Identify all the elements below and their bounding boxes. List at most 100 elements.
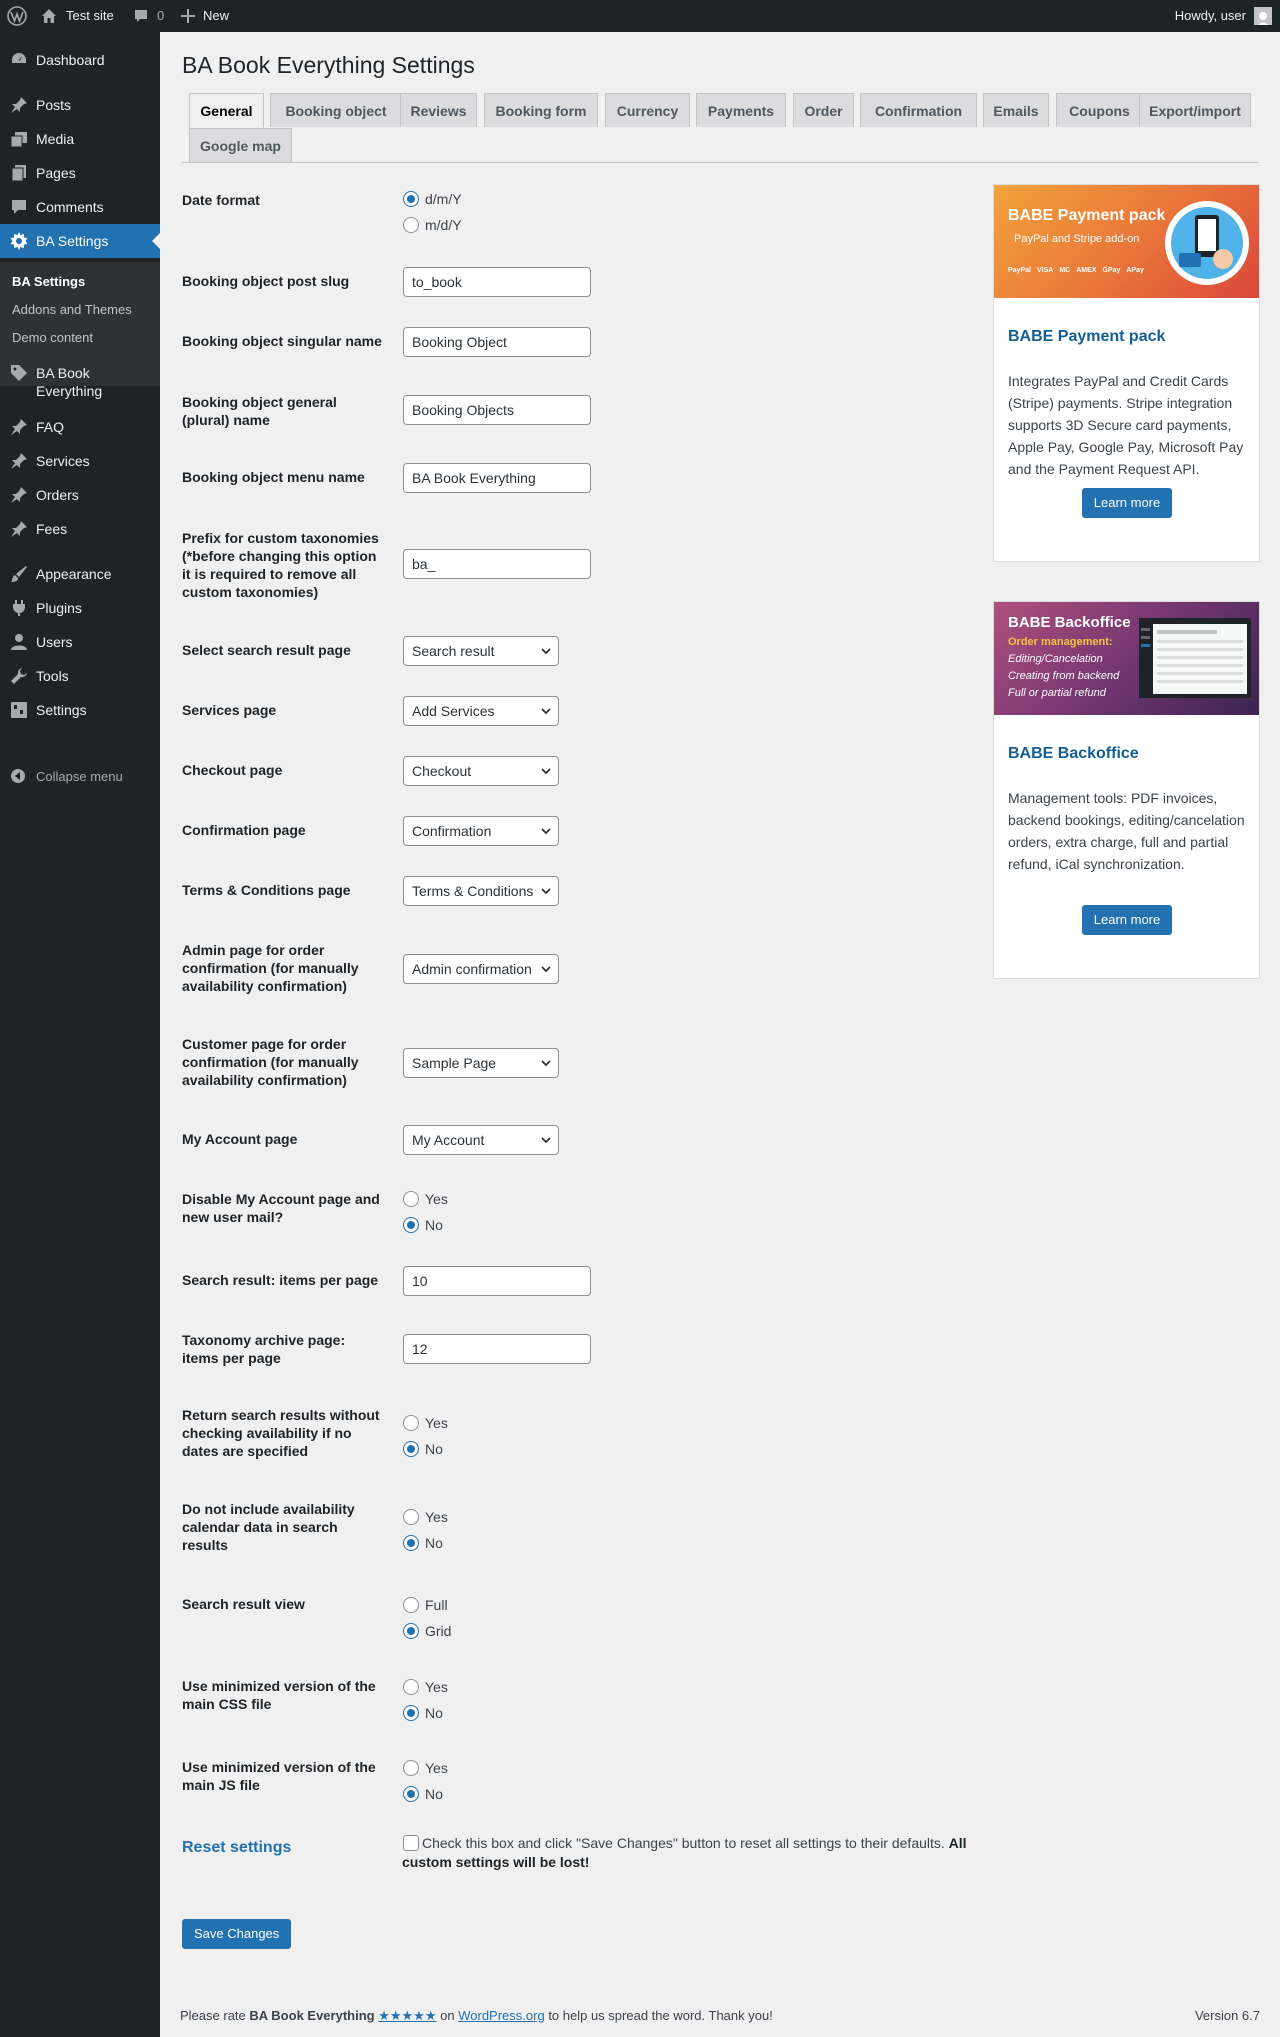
date-format-option-mdy[interactable]: m/d/Y [403,217,462,233]
page-title: BA Book Everything Settings [182,52,475,78]
tab-booking-form[interactable]: Booking form [484,93,598,127]
sidebar-item-appearance[interactable]: Appearance [0,557,160,591]
radio-button[interactable] [403,1509,419,1525]
result-view-grid[interactable]: Grid [403,1623,451,1639]
radio-button[interactable] [403,217,419,233]
tab-confirmation[interactable]: Confirmation [860,93,977,127]
sidebar-item-users[interactable]: Users [0,625,160,659]
no-dates-check-no[interactable]: No [403,1441,443,1457]
sidebar-item-fees[interactable]: Fees [0,512,160,546]
tab-order[interactable]: Order [793,93,854,127]
collapse-menu-button[interactable]: Collapse menu [0,764,160,788]
wordpress-org-link[interactable]: WordPress.org [458,2008,544,2023]
radio-button[interactable] [403,1623,419,1639]
min-css-no[interactable]: No [403,1705,443,1721]
sidebar-item-settings[interactable]: Settings [0,693,160,727]
payment-pack-learn-more-button[interactable]: Learn more [1082,488,1172,518]
chevron-down-icon [541,966,551,973]
tab-currency[interactable]: Currency [605,93,690,127]
chevron-down-icon [541,888,551,895]
payment-pack-title[interactable]: BABE Payment pack [1008,328,1165,346]
min-css-yes[interactable]: Yes [403,1679,448,1695]
sidebar-item-posts[interactable]: Posts [0,88,160,122]
save-changes-button[interactable]: Save Changes [182,1919,292,1949]
sidebar-item-plugins[interactable]: Plugins [0,591,160,625]
search-page-select[interactable]: Search result [403,636,559,666]
radio-button[interactable] [403,1679,419,1695]
terms-page-select[interactable]: Terms & Conditions [403,876,559,906]
pages-icon [0,164,36,182]
comments-link[interactable]: 0 [133,0,164,32]
radio-button[interactable] [403,1217,419,1233]
tab-booking-object[interactable]: Booking object [270,93,402,127]
tab-emails[interactable]: Emails [983,93,1049,127]
sidebar-item-orders[interactable]: Orders [0,478,160,512]
services-page-select[interactable]: Add Services [403,696,559,726]
radio-button[interactable] [403,1786,419,1802]
rating-stars-link[interactable]: ★★★★★ [378,2008,436,2023]
menu-name-input[interactable]: BA Book Everything [403,463,591,493]
plural-name-label: Booking object general (plural) name [182,394,337,428]
sidebar-item-faq[interactable]: FAQ [0,410,160,444]
plural-name-input[interactable]: Booking Objects [403,395,591,425]
account-page-select[interactable]: My Account [403,1125,559,1155]
radio-button[interactable] [403,1760,419,1776]
payment-pack-banner[interactable]: BABE Payment pack PayPal and Stripe add-… [994,185,1259,298]
sidebar-item-media[interactable]: Media [0,122,160,156]
no-calendar-data-no[interactable]: No [403,1535,443,1551]
sidebar-item-services[interactable]: Services [0,444,160,478]
singular-name-input[interactable]: Booking Object [403,327,591,357]
admin-bar: Test site 0 New Howdy, user [0,0,1280,32]
tab-payments[interactable]: Payments [696,93,786,127]
account-menu[interactable]: Howdy, user [1175,0,1272,32]
no-dates-check-yes[interactable]: Yes [403,1415,448,1431]
radio-button[interactable] [403,1535,419,1551]
settings-icon [0,701,36,719]
result-view-label: Search result view [182,1596,305,1612]
tax-prefix-input[interactable]: ba_ [403,549,591,579]
sidebar-item-ba-book-everything[interactable]: BA Book Everything [0,358,160,402]
radio-button[interactable] [403,1441,419,1457]
tab-reviews[interactable]: Reviews [400,93,477,127]
confirmation-page-select[interactable]: Confirmation [403,816,559,846]
sidebar-item-comments[interactable]: Comments [0,190,160,224]
sidebar-item-tools[interactable]: Tools [0,659,160,693]
checkout-page-select[interactable]: Checkout [403,756,559,786]
wordpress-logo-icon[interactable] [7,0,27,32]
backoffice-title[interactable]: BABE Backoffice [1008,745,1139,763]
disable-account-yes[interactable]: Yes [403,1191,448,1207]
date-format-option-dmy[interactable]: d/m/Y [403,191,462,207]
backoffice-learn-more-button[interactable]: Learn more [1082,905,1172,935]
radio-button[interactable] [403,1415,419,1431]
submenu-item-ba-settings[interactable]: BA Settings [12,274,85,289]
min-js-no[interactable]: No [403,1786,443,1802]
radio-button[interactable] [403,1705,419,1721]
sidebar-item-dashboard[interactable]: Dashboard [0,43,160,77]
radio-button[interactable] [403,1191,419,1207]
min-js-yes[interactable]: Yes [403,1760,448,1776]
plus-icon [181,9,195,23]
reset-settings-title: Reset settings [182,1839,292,1856]
tab-google-map[interactable]: Google map [189,128,292,162]
radio-button[interactable] [403,1597,419,1613]
disable-account-no[interactable]: No [403,1217,443,1233]
no-calendar-data-yes[interactable]: Yes [403,1509,448,1525]
items-per-page-input[interactable]: 10 [403,1266,591,1296]
sidebar-item-pages[interactable]: Pages [0,156,160,190]
submenu-item-demo-content[interactable]: Demo content [12,330,93,345]
admin-confirm-select[interactable]: Admin confirmation [403,954,559,984]
post-slug-input[interactable]: to_book [403,267,591,297]
tab-export-import[interactable]: Export/import [1139,93,1251,127]
pin-icon [0,418,36,436]
radio-button[interactable] [403,191,419,207]
result-view-full[interactable]: Full [403,1597,448,1613]
submenu-item-addons-themes[interactable]: Addons and Themes [12,302,132,317]
customer-confirm-select[interactable]: Sample Page [403,1048,559,1078]
site-name-link[interactable]: Test site [41,0,114,32]
tab-general[interactable]: General [189,93,264,128]
new-content-link[interactable]: New [181,0,229,32]
sidebar-item-ba-settings[interactable]: BA Settings [0,224,160,258]
tab-coupons[interactable]: Coupons [1056,93,1143,127]
backoffice-banner[interactable]: BABE Backoffice Order management: Editin… [994,602,1259,715]
taxonomy-per-page-input[interactable]: 12 [403,1334,591,1364]
